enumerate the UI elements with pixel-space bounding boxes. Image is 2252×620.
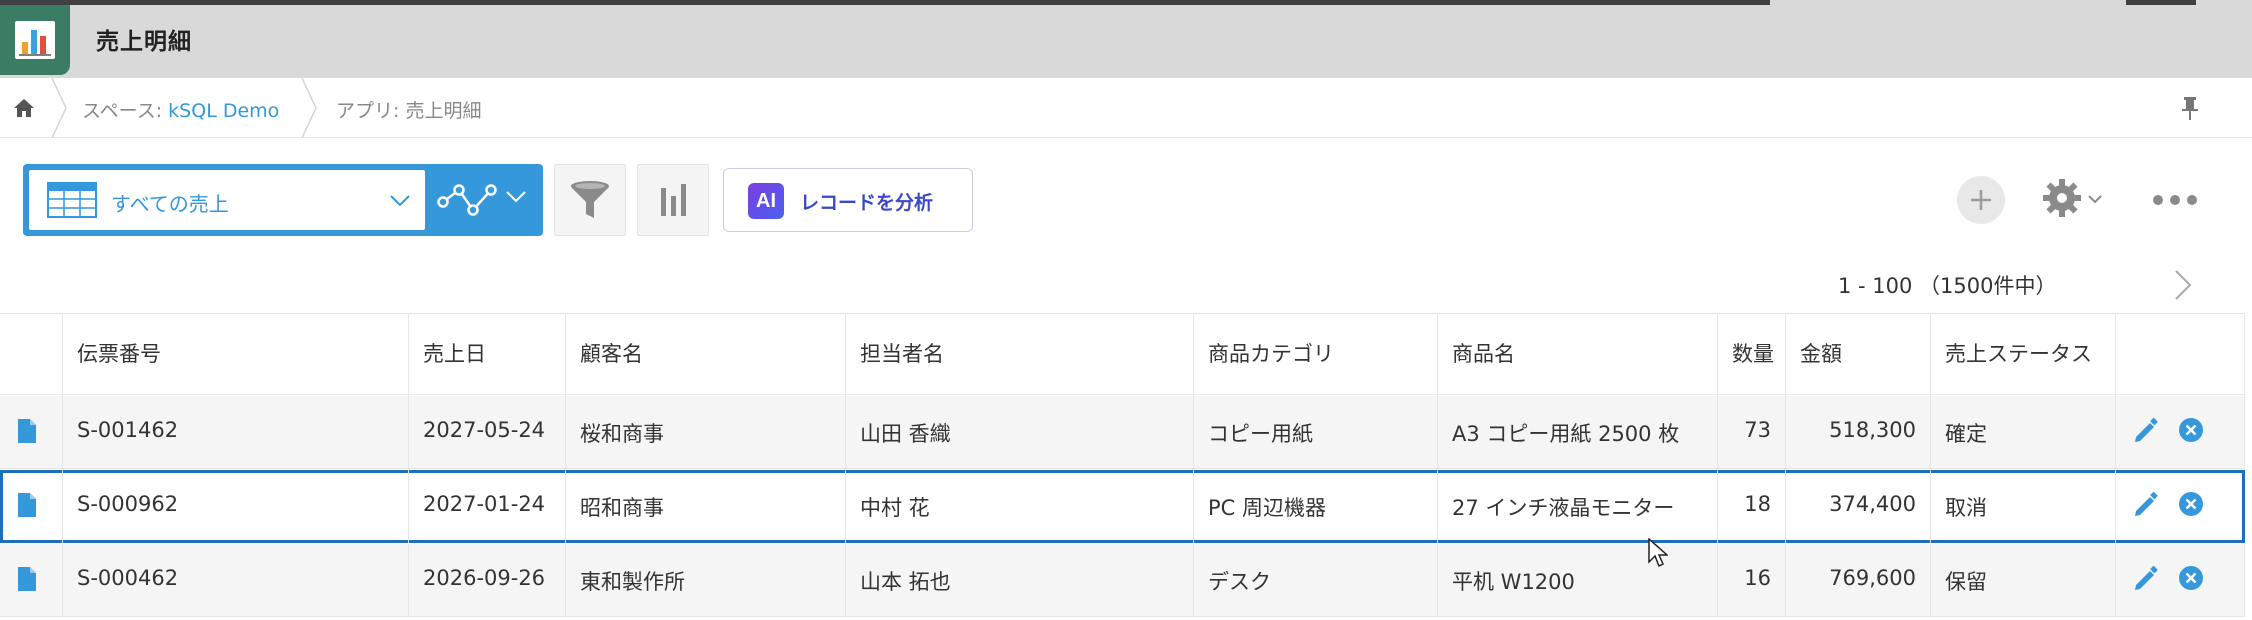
breadcrumb: スペース: kSQL Demo アプリ: 売上明細 (0, 78, 2252, 138)
mouse-cursor-icon (1648, 538, 1668, 568)
column-header-qty[interactable]: 数量 (1717, 314, 1785, 396)
header-top-strip-right (2126, 0, 2196, 5)
column-header-date[interactable]: 売上日 (408, 314, 565, 396)
edit-pencil-icon[interactable] (2132, 565, 2160, 593)
cell-status: 保留 (1930, 544, 2115, 617)
cell-product: 27 インチ液晶モニター (1437, 470, 1717, 543)
app-title: 売上明細 (96, 29, 192, 55)
app-header: 売上明細 (0, 0, 2252, 78)
delete-icon[interactable] (2178, 565, 2204, 591)
breadcrumb-app-prefix: アプリ: (336, 100, 406, 122)
breadcrumb-separator-icon (51, 78, 67, 138)
cell-amount: 769,600 (1785, 544, 1930, 617)
breadcrumb-app[interactable]: アプリ: 売上明細 (336, 96, 481, 123)
cell-id: S-000462 (62, 544, 408, 617)
table-row-selected[interactable]: S-000962 2027-01-24 昭和商事 中村 花 PC 周辺機器 27… (0, 470, 2245, 543)
cell-id: S-001462 (62, 396, 408, 469)
cell-category: コピー用紙 (1193, 396, 1437, 469)
breadcrumb-app-name: 売上明細 (405, 100, 482, 122)
column-header-category[interactable]: 商品カテゴリ (1193, 314, 1437, 396)
cell-rep: 山本 拓也 (845, 544, 1193, 617)
ai-analyze-button[interactable]: AI レコードを分析 (723, 168, 973, 232)
cell-date: 2026-09-26 (408, 544, 565, 617)
bar-chart-icon (661, 184, 686, 216)
chevron-down-icon (390, 195, 410, 207)
view-dropdown[interactable]: すべての売上 (29, 170, 425, 230)
table-row[interactable]: S-000462 2026-09-26 東和製作所 山本 拓也 デスク 平机 W… (0, 544, 2245, 617)
cell-customer: 桜和商事 (565, 396, 845, 469)
cell-date: 2027-01-24 (408, 470, 565, 543)
cell-amount: 374,400 (1785, 470, 1930, 543)
record-detail-icon[interactable] (18, 567, 36, 591)
more-options-button[interactable] (2150, 188, 2200, 212)
graph-view-selector[interactable] (425, 164, 543, 236)
pagination: 1 - 100 （1500件中） (0, 258, 2252, 313)
cell-category: デスク (1193, 544, 1437, 617)
header-top-strip (0, 0, 1770, 5)
delete-icon[interactable] (2178, 491, 2204, 517)
settings-button[interactable] (2040, 174, 2104, 224)
toolbar: すべての売上 AI レコードを分析 (0, 138, 2252, 258)
cell-customer: 東和製作所 (565, 544, 845, 617)
column-header-rep[interactable]: 担当者名 (845, 314, 1193, 396)
cell-status: 確定 (1930, 396, 2115, 469)
table-view-icon (47, 182, 97, 218)
pin-icon[interactable] (2178, 94, 2202, 122)
column-header-status[interactable]: 売上ステータス (1930, 314, 2115, 396)
column-header-customer[interactable]: 顧客名 (565, 314, 845, 396)
cell-qty: 18 (1717, 470, 1785, 543)
ai-analyze-label: レコードを分析 (800, 192, 934, 214)
column-header-amount[interactable]: 金額 (1785, 314, 1930, 396)
plus-icon (1971, 190, 1991, 210)
cell-status: 取消 (1930, 470, 2115, 543)
delete-icon[interactable] (2178, 417, 2204, 443)
column-header-product[interactable]: 商品名 (1437, 314, 1717, 396)
pagination-range: 1 - 100 （1500件中） (1838, 274, 2057, 298)
breadcrumb-separator-icon (301, 78, 317, 138)
breadcrumb-space-link[interactable]: kSQL Demo (168, 100, 279, 122)
cell-product: 平机 W1200 (1437, 544, 1717, 617)
gear-icon (2043, 179, 2081, 217)
edit-pencil-icon[interactable] (2132, 491, 2160, 519)
edit-pencil-icon[interactable] (2132, 417, 2160, 445)
cell-id: S-000962 (62, 470, 408, 543)
cell-amount: 518,300 (1785, 396, 1930, 469)
more-icon (2153, 195, 2197, 205)
filter-button[interactable] (554, 164, 626, 236)
cell-qty: 73 (1717, 396, 1785, 469)
line-graph-icon (437, 184, 497, 216)
view-label: すべての売上 (111, 192, 229, 216)
filter-icon (571, 181, 609, 218)
record-detail-icon[interactable] (18, 493, 36, 517)
cell-rep: 中村 花 (845, 470, 1193, 543)
cell-customer: 昭和商事 (565, 470, 845, 543)
cell-category: PC 周辺機器 (1193, 470, 1437, 543)
breadcrumb-space[interactable]: スペース: kSQL Demo (82, 96, 279, 123)
cell-rep: 山田 香織 (845, 396, 1193, 469)
graph-button[interactable] (637, 164, 709, 236)
table-header-row: 伝票番号 売上日 顧客名 担当者名 商品カテゴリ 商品名 数量 金額 売上ステー… (0, 313, 2245, 396)
add-record-button[interactable] (1957, 176, 2005, 224)
view-selector[interactable]: すべての売上 (23, 164, 543, 236)
ai-icon: AI (748, 183, 784, 219)
app-bar-chart-icon[interactable] (0, 5, 70, 75)
breadcrumb-space-prefix: スペース: (82, 100, 169, 122)
column-header-id[interactable]: 伝票番号 (62, 314, 408, 396)
chevron-down-icon (506, 191, 526, 203)
cell-date: 2027-05-24 (408, 396, 565, 469)
column-header-actions (2115, 314, 2245, 396)
home-icon[interactable] (12, 96, 36, 120)
cell-qty: 16 (1717, 544, 1785, 617)
chevron-down-icon (2088, 195, 2102, 204)
next-page-icon[interactable] (2172, 268, 2194, 302)
cell-product: A3 コピー用紙 2500 枚 (1437, 396, 1717, 469)
table-row[interactable]: S-001462 2027-05-24 桜和商事 山田 香織 コピー用紙 A3 … (0, 396, 2245, 469)
record-detail-icon[interactable] (18, 419, 36, 443)
